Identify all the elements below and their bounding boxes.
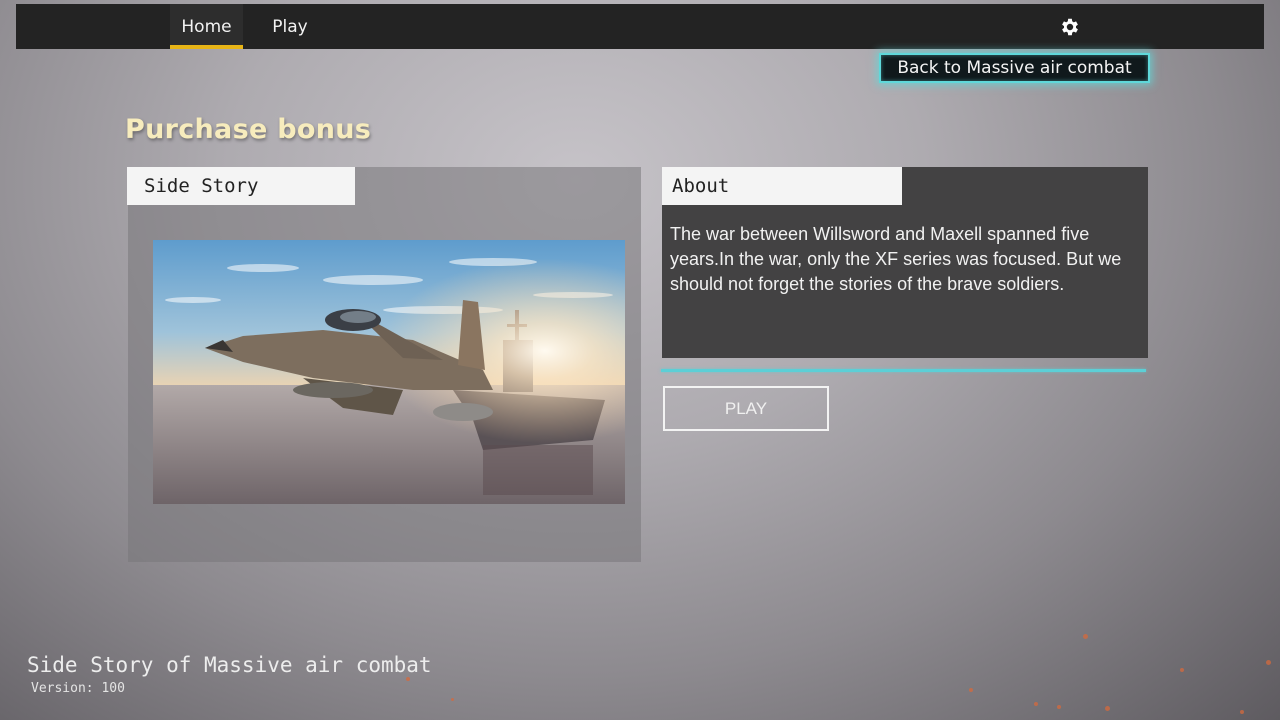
gear-icon[interactable] xyxy=(1059,16,1081,38)
about-tab-label: About xyxy=(672,175,730,197)
ember-particle xyxy=(1266,660,1271,665)
about-tab: About xyxy=(662,167,902,205)
top-nav-bar: Home Play xyxy=(16,4,1264,49)
play-button[interactable]: PLAY xyxy=(663,386,829,431)
tab-home[interactable]: Home xyxy=(170,4,243,49)
ember-particle xyxy=(1034,702,1038,706)
tab-home-label: Home xyxy=(181,16,232,37)
page-title: Purchase bonus xyxy=(125,114,372,145)
ember-particle xyxy=(451,698,454,701)
about-description: The war between Willsword and Maxell spa… xyxy=(670,224,1122,294)
side-story-image xyxy=(153,240,625,504)
back-to-main-game-button[interactable]: Back to Massive air combat xyxy=(879,53,1150,83)
tab-play[interactable]: Play xyxy=(262,4,318,49)
back-button-label: Back to Massive air combat xyxy=(897,58,1132,78)
play-button-label: PLAY xyxy=(724,398,768,418)
ember-particle xyxy=(1180,668,1184,672)
tab-play-label: Play xyxy=(272,16,308,37)
ember-particle xyxy=(1105,706,1110,711)
side-story-tab-label: Side Story xyxy=(144,175,259,197)
ember-particle xyxy=(406,677,410,681)
ember-particle xyxy=(1083,634,1088,639)
side-story-tab: Side Story xyxy=(127,167,355,205)
accent-divider xyxy=(661,369,1146,372)
version-label: Version: 100 xyxy=(31,681,125,696)
ember-particle xyxy=(969,688,973,692)
footer-game-title: Side Story of Massive air combat xyxy=(27,653,432,677)
ember-particle xyxy=(1057,705,1061,709)
ember-particle xyxy=(1240,710,1244,714)
